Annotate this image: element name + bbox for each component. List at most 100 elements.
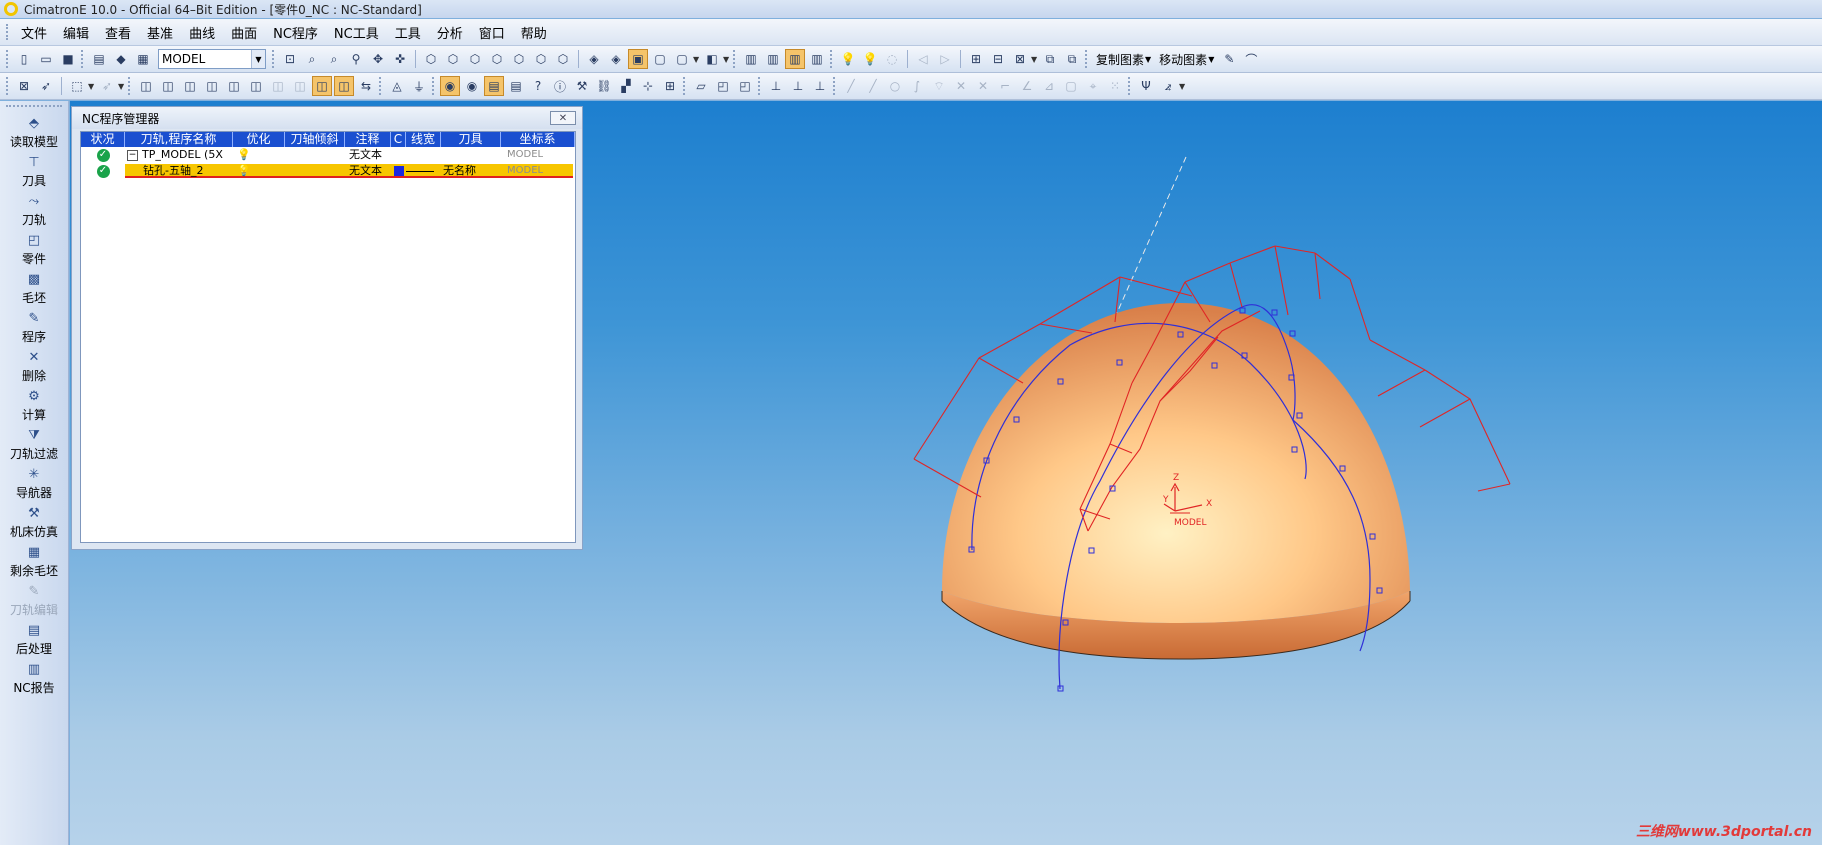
zoom-fit-icon[interactable]: ⊡ — [280, 49, 300, 69]
layer-icon[interactable]: ◆ — [111, 49, 131, 69]
rotate-icon[interactable]: ✜ — [390, 49, 410, 69]
shaded-icon[interactable]: ▣ — [628, 49, 648, 69]
chevron-down-icon[interactable]: ▼ — [1179, 82, 1187, 91]
color-swatch[interactable] — [393, 166, 404, 176]
section-icon[interactable]: ◧ — [702, 49, 722, 69]
surface-select-4-icon[interactable]: ◫ — [202, 76, 222, 96]
col-color[interactable]: C — [391, 132, 406, 147]
model-combo[interactable]: MODEL ▼ — [158, 49, 266, 69]
menu-analysis[interactable]: 分析 — [431, 23, 473, 42]
col-optimize[interactable]: 优化 — [233, 132, 285, 147]
hemisphere-part[interactable] — [942, 303, 1410, 623]
leftbar-item-delete[interactable]: ✕ 删除 — [0, 349, 68, 387]
block-icon[interactable]: ▞ — [616, 76, 636, 96]
set-ucs-icon[interactable]: ⦨ — [1158, 76, 1178, 96]
surface-select-3-icon[interactable]: ◫ — [180, 76, 200, 96]
drill-point[interactable] — [1271, 309, 1278, 316]
layers-icon[interactable]: ⧉ — [1040, 49, 1060, 69]
view-iso-icon[interactable]: ⬡ — [421, 49, 441, 69]
menu-edit[interactable]: 编辑 — [57, 23, 99, 42]
col-status[interactable]: 状况 — [81, 132, 125, 147]
toolbar-grip[interactable] — [758, 77, 761, 95]
offset-icon[interactable]: ⌔ — [929, 76, 949, 96]
lightbulb-icon[interactable]: 💡 — [237, 164, 251, 177]
new-file-icon[interactable]: ▯ — [14, 49, 34, 69]
frame-icon[interactable]: ▢ — [1061, 76, 1081, 96]
measure-icon[interactable]: ⊟ — [988, 49, 1008, 69]
leftbar-item-toolpath-edit[interactable]: ✎ 刀轨编辑 — [0, 583, 68, 621]
leftbar-item-toolpath[interactable]: ⤳ 刀轨 — [0, 193, 68, 231]
surface-select-8-icon[interactable]: ◫ — [290, 76, 310, 96]
surface-select-6-icon[interactable]: ◫ — [246, 76, 266, 96]
menu-datum[interactable]: 基准 — [141, 23, 183, 42]
line-2-icon[interactable]: ╱ — [863, 76, 883, 96]
lightbulb-icon[interactable]: 💡 — [237, 148, 251, 161]
ucs-icon[interactable]: ⊥ — [788, 76, 808, 96]
print-icon[interactable]: ▤ — [89, 49, 109, 69]
save-icon[interactable]: ■ — [58, 49, 78, 69]
fillet-icon[interactable]: ⌐ — [995, 76, 1015, 96]
view-front-icon[interactable]: ⬡ — [465, 49, 485, 69]
display-mode-icon[interactable]: ◉ — [462, 76, 482, 96]
leftbar-item-nc-report[interactable]: ▥ NC报告 — [0, 661, 68, 699]
chevron-down-icon[interactable]: ▼ — [88, 82, 96, 91]
toolbar-grip[interactable] — [833, 77, 836, 95]
leftbar-item-post-process[interactable]: ▤ 后处理 — [0, 622, 68, 660]
leftbar-item-tool[interactable]: ⊤ 刀具 — [0, 154, 68, 192]
xyz-icon[interactable]: ⌖ — [1083, 76, 1103, 96]
drill-point[interactable] — [1289, 330, 1296, 337]
col-tool[interactable]: 刀具 — [441, 132, 501, 147]
menubar-grip[interactable] — [6, 24, 9, 40]
tool-info-icon[interactable]: ⚒ — [572, 76, 592, 96]
plane-icon[interactable]: ▱ — [691, 76, 711, 96]
split-icon[interactable]: ✕ — [973, 76, 993, 96]
chevron-down-icon[interactable]: ▼ — [1031, 55, 1039, 64]
point-icon[interactable]: ⊹ — [638, 76, 658, 96]
menu-curve[interactable]: 曲线 — [183, 23, 225, 42]
toolbar-grip[interactable] — [1085, 50, 1088, 68]
coordinate-icon[interactable]: Ψ — [1136, 76, 1156, 96]
project-icon[interactable]: ⊿ — [1039, 76, 1059, 96]
ucs-2-icon[interactable]: ⊥ — [810, 76, 830, 96]
spline-icon[interactable]: ∫ — [907, 76, 927, 96]
col-name[interactable]: 刀轨,程序名称 — [125, 132, 233, 147]
select-icon[interactable]: ➶ — [36, 76, 56, 96]
hidden-line-icon[interactable]: ▢ — [672, 49, 692, 69]
toolbar-grip[interactable] — [6, 50, 9, 68]
hierarchy-icon[interactable]: ⊞ — [966, 49, 986, 69]
toolbar-grip[interactable] — [830, 50, 833, 68]
sketch-icon[interactable]: ✎ — [1219, 49, 1239, 69]
list-icon[interactable]: ▤ — [506, 76, 526, 96]
view-bottom-icon[interactable]: ⬡ — [553, 49, 573, 69]
chevron-down-icon[interactable]: ▼ — [693, 55, 701, 64]
toolbar-grip[interactable] — [272, 50, 275, 68]
surface-mode-icon[interactable]: ◫ — [312, 76, 332, 96]
collapse-icon[interactable]: − — [127, 149, 138, 161]
toolbar-grip[interactable] — [683, 77, 686, 95]
wireframe-icon[interactable]: ▢ — [650, 49, 670, 69]
col-note[interactable]: 注释 — [345, 132, 391, 147]
surface-mode-2-icon[interactable]: ◫ — [334, 76, 354, 96]
lightbulb-off-icon[interactable]: ◌ — [882, 49, 902, 69]
chamfer-icon[interactable]: ∠ — [1017, 76, 1037, 96]
surface-select-5-icon[interactable]: ◫ — [224, 76, 244, 96]
menu-view[interactable]: 查看 — [99, 23, 141, 42]
lightbulb-on-icon[interactable]: 💡 — [860, 49, 880, 69]
leftbar-item-machine-sim[interactable]: ⚒ 机床仿真 — [0, 505, 68, 543]
surface-select-icon[interactable]: ◫ — [136, 76, 156, 96]
toolbar-grip[interactable] — [379, 77, 382, 95]
surface-select-2-icon[interactable]: ◫ — [158, 76, 178, 96]
leftbar-item-toolpath-filter[interactable]: ⧩ 刀轨过滤 — [0, 427, 68, 465]
grid-icon[interactable]: ⊞ — [660, 76, 680, 96]
menu-help[interactable]: 帮助 — [515, 23, 557, 42]
leftbar-item-compute[interactable]: ⚙ 计算 — [0, 388, 68, 426]
render-icon[interactable]: ◈ — [584, 49, 604, 69]
leftbar-item-stock[interactable]: ▩ 毛坯 — [0, 271, 68, 309]
open-file-icon[interactable]: ▭ — [36, 49, 56, 69]
chevron-down-icon[interactable]: ▼ — [118, 82, 126, 91]
query-icon[interactable]: ? — [528, 76, 548, 96]
menu-tools[interactable]: 工具 — [389, 23, 431, 42]
zoom-window-icon[interactable]: ⌕ — [302, 49, 322, 69]
leftbar-item-program[interactable]: ✎ 程序 — [0, 310, 68, 348]
toolbar-grip[interactable] — [1128, 77, 1131, 95]
